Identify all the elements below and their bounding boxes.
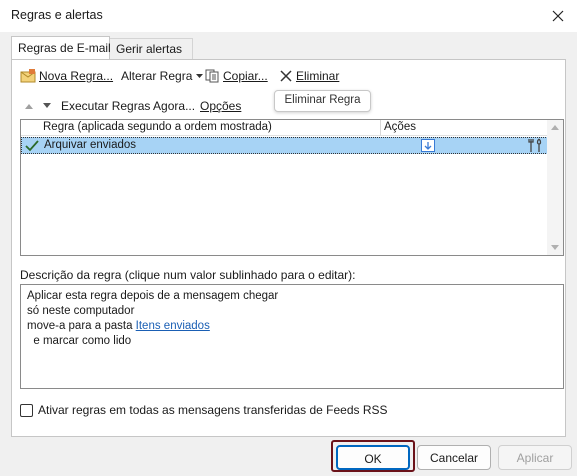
- copy-rule-button[interactable]: Copiar...: [205, 69, 268, 83]
- change-rule-label: Alterar Regra: [121, 69, 193, 83]
- column-header-actions[interactable]: Ações: [384, 121, 416, 133]
- vertical-scrollbar[interactable]: [547, 120, 563, 255]
- column-header-rule[interactable]: Regra (aplicada segundo a ordem mostrada…: [43, 121, 272, 133]
- move-up-icon[interactable]: [24, 102, 34, 110]
- close-icon: [552, 10, 564, 22]
- run-rules-button[interactable]: Executar Regras Agora...: [61, 99, 195, 113]
- move-down-icon[interactable]: [42, 102, 52, 110]
- delete-rule-button[interactable]: Eliminar: [279, 69, 339, 83]
- rss-checkbox[interactable]: [20, 403, 33, 417]
- rules-list-header: Regra (aplicada segundo a ordem mostrada…: [21, 120, 548, 136]
- apply-button[interactable]: Aplicar: [498, 445, 572, 470]
- title-bar: Regras e alertas: [0, 0, 577, 32]
- rss-rules-option[interactable]: Ativar regras em todas as mensagens tran…: [20, 403, 388, 417]
- delete-rule-tooltip: Eliminar Regra: [274, 90, 371, 112]
- scroll-down-icon[interactable]: [551, 245, 559, 251]
- description-line: Aplicar esta regra depois de a mensagem …: [27, 290, 279, 302]
- rss-label: Ativar regras em todas as mensagens tran…: [38, 403, 388, 417]
- description-line: só neste computador: [27, 305, 135, 317]
- move-to-folder-icon: [421, 139, 435, 152]
- rule-row[interactable]: Arquivar enviados: [21, 137, 548, 154]
- description-line: e marcar como lido: [27, 335, 132, 347]
- rule-enabled-checkbox[interactable]: [24, 138, 40, 153]
- column-divider[interactable]: [380, 120, 381, 136]
- new-rule-label: Nova Regra...: [39, 69, 114, 83]
- rules-list[interactable]: Regra (aplicada segundo a ordem mostrada…: [20, 119, 564, 256]
- tab-email-rules[interactable]: Regras de E-mail: [11, 36, 111, 60]
- rule-name: Arquivar enviados: [44, 139, 137, 151]
- window-title: Regras e alertas: [11, 8, 103, 22]
- delete-label: Eliminar: [296, 69, 340, 83]
- cancel-button[interactable]: Cancelar: [417, 445, 491, 470]
- tools-icon[interactable]: [528, 138, 544, 153]
- options-button[interactable]: Opções: [200, 99, 241, 113]
- delete-icon: [280, 70, 292, 82]
- description-text: move-a para a pasta: [27, 320, 136, 332]
- ok-button[interactable]: OK: [336, 445, 410, 470]
- close-button[interactable]: [545, 3, 571, 29]
- description-line: move-a para a pasta Itens enviados: [27, 319, 557, 334]
- rule-description-box: Aplicar esta regra depois de a mensagem …: [20, 284, 564, 389]
- tab-manage-alerts[interactable]: Gerir alertas: [110, 38, 193, 60]
- new-rule-button[interactable]: Nova Regra...: [20, 69, 113, 83]
- dropdown-arrow-icon: [196, 74, 204, 78]
- copy-label: Copiar...: [223, 69, 268, 83]
- copy-icon: [205, 69, 219, 83]
- run-rules-label: Executar Regras Agora...: [61, 99, 196, 113]
- new-rule-icon: [20, 69, 36, 83]
- rules-panel: Nova Regra... Alterar Regra Copiar... El…: [11, 59, 566, 437]
- scroll-up-icon[interactable]: [551, 124, 559, 130]
- change-rule-button[interactable]: Alterar Regra: [121, 69, 204, 83]
- options-label: Opções: [200, 99, 242, 113]
- folder-link[interactable]: Itens enviados: [136, 320, 210, 332]
- description-label: Descrição da regra (clique num valor sub…: [20, 268, 356, 282]
